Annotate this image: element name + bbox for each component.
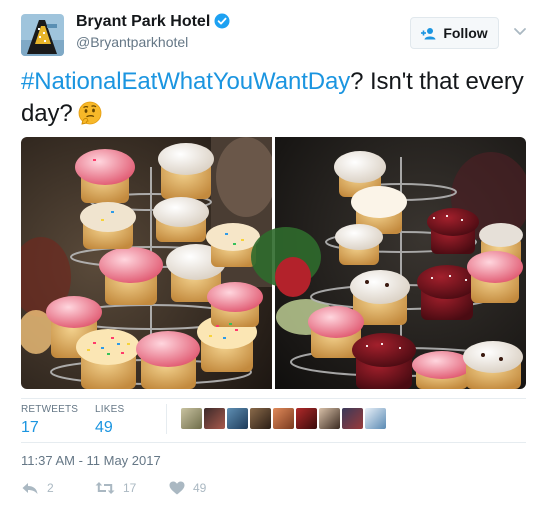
liker-avatar[interactable] xyxy=(204,408,225,429)
tweet-timestamp[interactable]: 11:37 AM - 11 May 2017 xyxy=(21,453,161,468)
divider xyxy=(21,442,526,443)
like-button[interactable]: 49 xyxy=(169,481,206,495)
likes-label: LIKES xyxy=(95,404,125,415)
divider xyxy=(166,404,167,434)
liker-avatar[interactable] xyxy=(181,408,202,429)
liker-avatar[interactable] xyxy=(227,408,248,429)
follow-button-label: Follow xyxy=(443,25,488,41)
liker-avatar[interactable] xyxy=(319,408,340,429)
liker-avatar[interactable] xyxy=(296,408,317,429)
reply-icon xyxy=(22,483,38,494)
retweet-count: 17 xyxy=(123,481,137,495)
photo-right[interactable] xyxy=(251,137,526,389)
reply-button[interactable]: 2 xyxy=(21,481,54,495)
verified-badge-icon xyxy=(214,13,230,34)
display-name[interactable]: Bryant Park Hotel xyxy=(76,13,230,34)
liker-avatar[interactable] xyxy=(250,408,271,429)
retweets-count[interactable]: 17 xyxy=(21,419,78,437)
liker-avatar[interactable] xyxy=(273,408,294,429)
user-handle[interactable]: @Bryantparkhotel xyxy=(76,34,188,50)
liker-avatar[interactable] xyxy=(342,408,363,429)
follow-button[interactable]: Follow xyxy=(410,17,499,49)
photo-left[interactable] xyxy=(21,137,276,389)
display-name-text: Bryant Park Hotel xyxy=(76,13,211,30)
reply-count: 2 xyxy=(47,481,54,495)
likes-stat[interactable]: LIKES 49 xyxy=(95,404,124,437)
tweet-media-photos[interactable] xyxy=(21,137,526,389)
add-user-icon xyxy=(421,27,437,40)
avatar[interactable] xyxy=(21,14,64,56)
divider xyxy=(21,398,526,399)
like-count: 49 xyxy=(193,481,207,495)
retweet-button[interactable]: 17 xyxy=(95,481,136,495)
retweets-stat[interactable]: RETWEETS 17 xyxy=(21,404,78,437)
chevron-down-icon[interactable] xyxy=(513,24,527,38)
hashtag-link[interactable]: #NationalEatWhatYouWantDay xyxy=(21,68,350,95)
likers-avatars xyxy=(181,408,386,429)
retweets-label: RETWEETS xyxy=(21,404,79,415)
likes-count[interactable]: 49 xyxy=(95,419,124,437)
tweet-text: #NationalEatWhatYouWantDay? Isn't that e… xyxy=(21,66,531,135)
tweet-header: Bryant Park Hotel @Bryantparkhotel Follo… xyxy=(0,0,553,62)
thinking-face-icon xyxy=(77,100,103,135)
retweet-icon xyxy=(95,482,115,494)
liker-avatar[interactable] xyxy=(365,408,386,429)
heart-icon xyxy=(169,481,185,495)
